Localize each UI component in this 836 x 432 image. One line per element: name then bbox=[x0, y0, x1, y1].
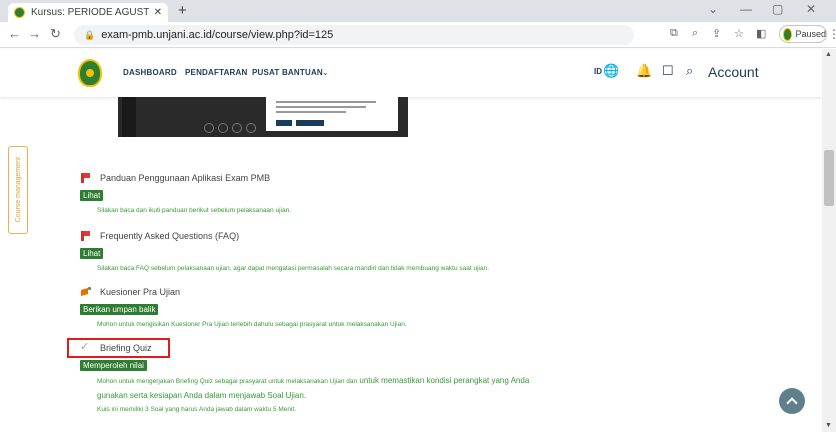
share-icon[interactable]: ⇪ bbox=[712, 27, 721, 40]
nav-dashboard[interactable]: DASHBOARD bbox=[123, 68, 177, 77]
profile-avatar-icon bbox=[783, 27, 793, 41]
close-tab-icon[interactable]: ✕ bbox=[154, 7, 162, 18]
profile-status: Paused bbox=[795, 29, 826, 39]
page-scrollbar[interactable] bbox=[822, 49, 836, 432]
scrollbar-thumb[interactable] bbox=[824, 150, 834, 206]
activity-description: Mohon untuk mengerjakan Briefing Quiz se… bbox=[97, 374, 529, 389]
feedback-icon bbox=[80, 286, 92, 298]
forward-icon[interactable]: → bbox=[28, 26, 41, 42]
annotation-highlight-box bbox=[67, 338, 170, 358]
pdf-icon bbox=[80, 172, 92, 184]
browser-toolbar: ← → ↻ 🔒 exam-pmb.unjani.ac.id/course/vie… bbox=[0, 22, 836, 48]
notification-bell-icon[interactable]: 🔔 bbox=[636, 63, 652, 79]
maximize-icon[interactable]: ▢ bbox=[772, 2, 783, 16]
scroll-down-arrow-icon[interactable]: ▼ bbox=[825, 422, 832, 429]
profile-button[interactable]: Paused bbox=[779, 25, 827, 43]
minimize-icon[interactable]: — bbox=[740, 2, 752, 16]
nav-pusat-bantuan[interactable]: PUSAT BANTUAN bbox=[252, 68, 323, 77]
browser-tabstrip: Kursus: PERIODE AGUSTUS (GEL ✕ + ⌄ — ▢ ✕ bbox=[0, 0, 836, 22]
browser-menu-icon[interactable]: ⋮ bbox=[828, 27, 836, 41]
zoom-icon[interactable]: ⌕ bbox=[692, 27, 698, 40]
browser-tab[interactable]: Kursus: PERIODE AGUSTUS (GEL ✕ bbox=[8, 3, 168, 22]
activity-name[interactable]: Panduan Penggunaan Aplikasi Exam PMB bbox=[100, 173, 270, 183]
lock-icon[interactable]: 🔒 bbox=[84, 30, 95, 41]
activity-description: Mohon untuk mengisikan Kuesioner Pra Uji… bbox=[97, 321, 407, 328]
pdf-icon bbox=[80, 230, 92, 242]
activity-item: Kuesioner Pra Ujian Berikan umpan balik … bbox=[80, 285, 407, 328]
bookmark-star-icon[interactable]: ☆ bbox=[734, 27, 744, 40]
url-text[interactable]: exam-pmb.unjani.ac.id/course/view.php?id… bbox=[101, 29, 333, 41]
back-to-top-button[interactable] bbox=[779, 388, 805, 414]
close-window-icon[interactable]: ✕ bbox=[806, 2, 816, 16]
activity-name[interactable]: Frequently Asked Questions (FAQ) bbox=[100, 231, 239, 241]
reload-icon[interactable]: ↻ bbox=[50, 26, 61, 42]
nav-pendaftaran[interactable]: PENDAFTARAN bbox=[185, 68, 248, 77]
new-tab-icon[interactable]: + bbox=[178, 3, 187, 19]
chevron-down-icon[interactable]: ⌄ bbox=[322, 68, 329, 77]
view-button[interactable]: Lihat bbox=[80, 190, 104, 201]
image-sidebar bbox=[122, 97, 136, 137]
activity-description: Silakan baca FAQ sebelum pelaksanaan uji… bbox=[97, 265, 490, 272]
feedback-button[interactable]: Berikan umpan balik bbox=[80, 304, 159, 315]
quiz-description-part: Mohon untuk mengerjakan Briefing Quiz se… bbox=[97, 378, 358, 385]
tab-search-icon[interactable]: ⌄ bbox=[708, 2, 718, 16]
site-favicon-icon bbox=[14, 7, 25, 18]
scroll-up-arrow-icon[interactable]: ▲ bbox=[825, 51, 832, 58]
language-code[interactable]: ID bbox=[594, 67, 602, 76]
image-button bbox=[296, 120, 324, 126]
unjani-logo[interactable] bbox=[78, 59, 102, 87]
tab-title: Kursus: PERIODE AGUSTUS (GEL bbox=[31, 7, 150, 18]
translate-icon[interactable]: ⧉ bbox=[670, 27, 678, 40]
activity-item: Panduan Penggunaan Aplikasi Exam PMB Lih… bbox=[80, 171, 291, 214]
view-button[interactable]: Lihat bbox=[80, 248, 104, 259]
image-dialog bbox=[266, 97, 398, 131]
address-bar[interactable]: 🔒 exam-pmb.unjani.ac.id/course/view.php?… bbox=[74, 25, 634, 45]
activity-description-line: gunakan serta kesiapan Anda dalam menjaw… bbox=[97, 391, 307, 400]
back-icon[interactable]: ← bbox=[8, 26, 21, 42]
globe-icon[interactable]: 🌐 bbox=[603, 63, 619, 79]
grade-button[interactable]: Memperoleh nilai bbox=[80, 360, 147, 371]
activity-description: Silakan baca dan ikuti panduan berikut s… bbox=[97, 207, 292, 214]
sidepanel-icon[interactable]: ◧ bbox=[756, 27, 766, 40]
image-circle bbox=[232, 123, 242, 133]
course-management-tab[interactable]: Course management bbox=[8, 146, 28, 234]
account-menu[interactable]: Account bbox=[708, 64, 759, 80]
image-circle bbox=[246, 123, 256, 133]
site-navbar: DASHBOARD PENDAFTARAN PUSAT BANTUAN ⌄ ID… bbox=[0, 49, 822, 97]
activity-name[interactable]: Kuesioner Pra Ujian bbox=[100, 287, 180, 297]
course-management-label: Course management bbox=[14, 157, 22, 223]
course-intro-image bbox=[118, 97, 408, 137]
activity-item: Frequently Asked Questions (FAQ) Lihat S… bbox=[80, 229, 489, 272]
image-text-line bbox=[276, 101, 376, 103]
image-text-line bbox=[276, 106, 366, 108]
quiz-description-part: untuk memastikan kondisi perangkat yang … bbox=[359, 376, 530, 385]
messages-icon[interactable]: ☐ bbox=[662, 63, 674, 79]
search-icon[interactable]: ⌕ bbox=[686, 63, 693, 79]
image-circle bbox=[204, 123, 214, 133]
image-text-line bbox=[276, 111, 346, 113]
activity-description-line: Kuis ini memiliki 3 Soal yang harus Anda… bbox=[97, 406, 297, 413]
image-button bbox=[276, 120, 292, 126]
image-circle bbox=[218, 123, 228, 133]
